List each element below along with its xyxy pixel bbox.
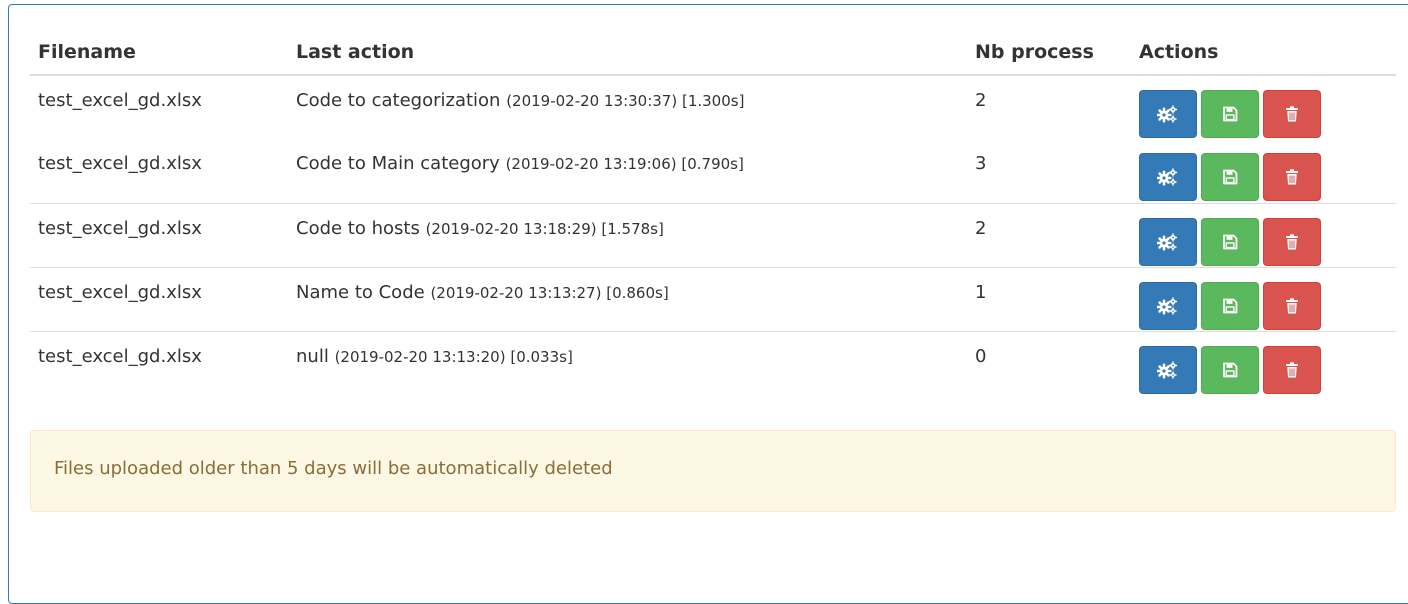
delete-button[interactable] (1263, 217, 1321, 266)
process-button[interactable] (1139, 281, 1197, 330)
cell-filename: test_excel_gd.xlsx (30, 266, 288, 331)
last-action-meta: (2019-02-20 13:18:29) [1.578s] (425, 219, 664, 238)
header-actions: Actions (1131, 30, 1396, 76)
table-row: test_excel_gd.xlsx Name to Code (2019-02-… (30, 266, 1396, 331)
last-action-name: Code to Main category (296, 153, 500, 174)
cell-actions (1131, 74, 1396, 139)
last-action-meta: (2019-02-20 13:13:20) [0.033s] (334, 347, 573, 366)
cell-last-action: Code to categorization (2019-02-20 13:30… (288, 74, 967, 139)
process-button[interactable] (1139, 90, 1197, 138)
delete-button[interactable] (1263, 281, 1321, 330)
files-table: Filename Last action Nb process Actions … (30, 30, 1396, 395)
save-button[interactable] (1201, 90, 1259, 138)
cell-actions (1131, 330, 1396, 395)
cell-last-action: Code to Main category (2019-02-20 13:19:… (288, 139, 967, 203)
cell-filename: test_excel_gd.xlsx (30, 202, 288, 267)
last-action-name: Code to hosts (296, 217, 420, 239)
save-button[interactable] (1201, 153, 1259, 201)
process-button[interactable] (1139, 153, 1197, 201)
last-action-meta: (2019-02-20 13:13:27) [0.860s] (430, 283, 669, 302)
header-filename: Filename (30, 30, 288, 76)
cell-nb-process: 0 (967, 330, 1131, 395)
cell-actions (1131, 139, 1396, 203)
cell-nb-process: 2 (967, 202, 1131, 267)
cell-nb-process: 3 (975, 153, 987, 174)
save-button[interactable] (1201, 345, 1259, 394)
process-button[interactable] (1139, 345, 1197, 394)
last-action-name: Name to Code (296, 281, 425, 303)
auto-delete-alert: Files uploaded older than 5 days will be… (30, 430, 1396, 512)
cell-filename: test_excel_gd.xlsx (30, 330, 288, 395)
last-action-name: Code to categorization (296, 90, 501, 111)
cell-last-action: Name to Code (2019-02-20 13:13:27) [0.86… (288, 266, 967, 331)
cell-nb-process: 2 (967, 74, 1131, 139)
cell-last-action: null (2019-02-20 13:13:20) [0.033s] (288, 330, 967, 395)
delete-button[interactable] (1263, 90, 1321, 138)
save-button[interactable] (1201, 217, 1259, 266)
last-action-meta: (2019-02-20 13:30:37) [1.300s] (506, 92, 745, 110)
cell-actions (1131, 266, 1396, 331)
cell-filename: test_excel_gd.xlsx (38, 153, 202, 174)
process-button[interactable] (1139, 217, 1197, 266)
cell-actions (1131, 202, 1396, 267)
delete-button[interactable] (1263, 345, 1321, 394)
table-row: test_excel_gd.xlsx Code to Main category … (30, 139, 1396, 203)
table-row: test_excel_gd.xlsx Code to categorization… (30, 74, 1396, 139)
last-action-meta: (2019-02-20 13:19:06) [0.790s] (505, 155, 744, 173)
save-button[interactable] (1201, 281, 1259, 330)
cell-nb-process: 1 (967, 266, 1131, 331)
delete-button[interactable] (1263, 153, 1321, 201)
table-row: test_excel_gd.xlsx null (2019-02-20 13:13… (30, 330, 1396, 395)
header-nb-process: Nb process (967, 30, 1131, 76)
cell-filename: test_excel_gd.xlsx (30, 74, 288, 139)
alert-text: Files uploaded older than 5 days will be… (54, 458, 613, 479)
table-header-row: Filename Last action Nb process Actions (30, 30, 1396, 76)
last-action-name: null (296, 345, 329, 367)
header-last-action: Last action (288, 30, 967, 76)
cell-last-action: Code to hosts (2019-02-20 13:18:29) [1.5… (288, 202, 967, 267)
table-row: test_excel_gd.xlsx Code to hosts (2019-02… (30, 202, 1396, 267)
